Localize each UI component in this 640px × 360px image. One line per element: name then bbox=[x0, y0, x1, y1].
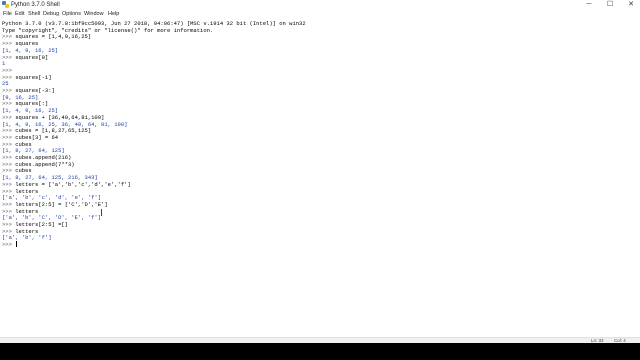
menu-options[interactable]: Options bbox=[62, 11, 81, 18]
menu-file[interactable]: File bbox=[3, 11, 12, 18]
menu-help[interactable]: Help bbox=[108, 11, 119, 18]
shell-line-text: squares[-1] bbox=[15, 73, 52, 81]
shell-input-line: >>> squares[0] bbox=[2, 54, 48, 61]
maximize-button[interactable]: ☐ bbox=[603, 0, 617, 10]
mouse-ibeam-cursor bbox=[101, 209, 102, 216]
shell-line-text: squares[0] bbox=[15, 53, 49, 61]
menu-edit[interactable]: Edit bbox=[15, 11, 24, 18]
shell-input-line: >>> squares[-1] bbox=[2, 74, 52, 81]
letterbox-bar bbox=[0, 343, 640, 360]
menu-window[interactable]: Window bbox=[84, 11, 104, 18]
title-bar: Python 3.7.0 Shell ─ ☐ ✕ bbox=[0, 0, 640, 10]
close-button[interactable]: ✕ bbox=[624, 0, 638, 10]
menu-bar: File Edit Shell Debug Options Window Hel… bbox=[0, 10, 640, 19]
shell-output-area[interactable]: Python 3.7.0 (v3.7.0:1bf9cc5093, Jun 27 … bbox=[0, 19, 640, 337]
minimize-button[interactable]: ─ bbox=[582, 0, 596, 10]
text-caret bbox=[16, 241, 17, 248]
menu-shell[interactable]: Shell bbox=[28, 11, 40, 18]
shell-prompt: >>> bbox=[2, 241, 16, 249]
menu-debug[interactable]: Debug bbox=[43, 11, 59, 18]
python-logo-icon bbox=[2, 1, 9, 8]
shell-input-line: >>> bbox=[2, 241, 17, 248]
window-title: Python 3.7.0 Shell bbox=[11, 2, 60, 8]
